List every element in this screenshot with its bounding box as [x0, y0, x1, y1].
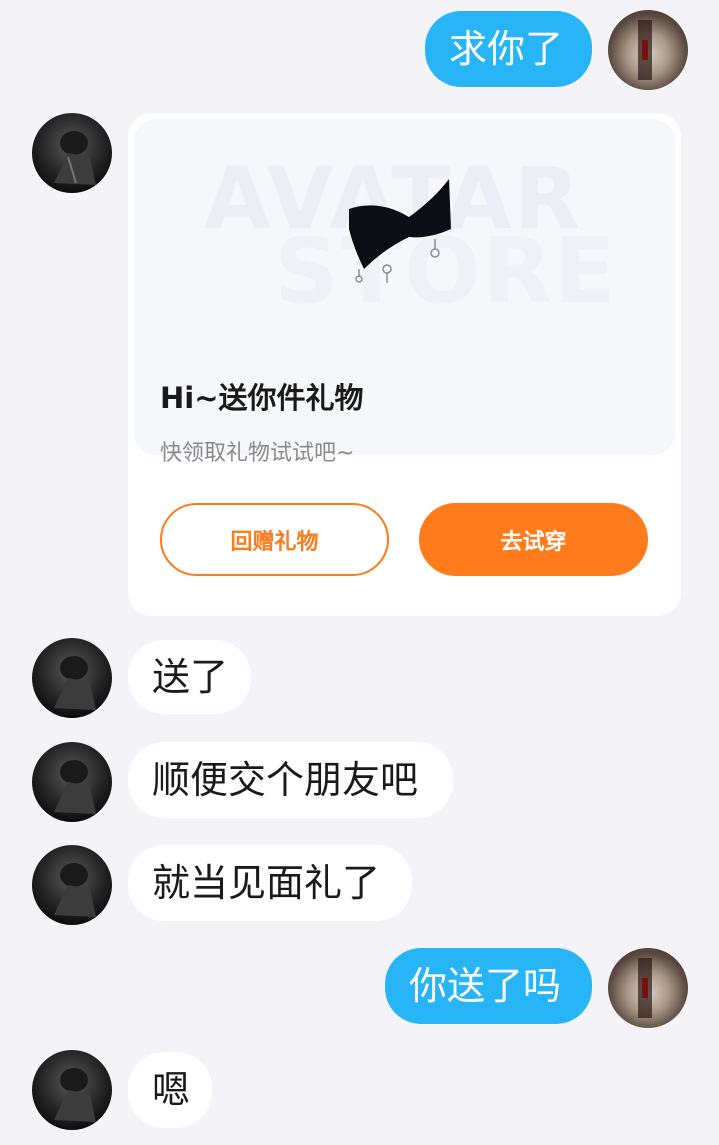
gift-item-image [349, 179, 451, 283]
self-avatar-image [638, 958, 652, 1018]
message-bubble-other[interactable]: 送了 [128, 640, 251, 714]
message-text: 送了 [152, 655, 229, 699]
other-avatar-image [54, 131, 96, 185]
try-on-button[interactable]: 去试穿 [419, 503, 648, 576]
message-text: 嗯 [152, 1068, 191, 1112]
chat-view: 求你了 AVATAR STORE Hi~送你件礼物 快领取礼物试试吧~ 回赠礼物… [0, 0, 719, 1145]
other-avatar[interactable] [32, 845, 112, 925]
message-bubble-self[interactable]: 你送了吗 [385, 948, 592, 1024]
other-avatar[interactable] [32, 638, 112, 718]
other-avatar[interactable] [32, 1050, 112, 1130]
message-text: 顺便交个朋友吧 [152, 758, 419, 802]
gift-title: Hi~送你件礼物 [160, 381, 364, 415]
self-avatar-image [638, 20, 652, 80]
self-avatar[interactable] [608, 10, 688, 90]
gift-card[interactable]: AVATAR STORE Hi~送你件礼物 快领取礼物试试吧~ 回赠礼物 去试穿 [128, 113, 681, 616]
message-bubble-other[interactable]: 嗯 [128, 1052, 212, 1128]
other-avatar-image [54, 656, 96, 710]
other-avatar-image [54, 1068, 96, 1122]
message-bubble-self[interactable]: 求你了 [425, 11, 592, 87]
self-avatar[interactable] [608, 948, 688, 1028]
other-avatar-image [54, 760, 96, 814]
message-text: 求你了 [449, 27, 564, 71]
other-avatar[interactable] [32, 113, 112, 193]
message-bubble-other[interactable]: 顺便交个朋友吧 [128, 742, 453, 818]
other-avatar[interactable] [32, 742, 112, 822]
message-bubble-other[interactable]: 就当见面礼了 [128, 845, 412, 921]
message-text: 你送了吗 [409, 964, 562, 1008]
other-avatar-image [54, 863, 96, 917]
return-gift-button[interactable]: 回赠礼物 [160, 503, 389, 576]
message-text: 就当见面礼了 [152, 861, 381, 905]
gift-subtitle: 快领取礼物试试吧~ [160, 441, 355, 466]
